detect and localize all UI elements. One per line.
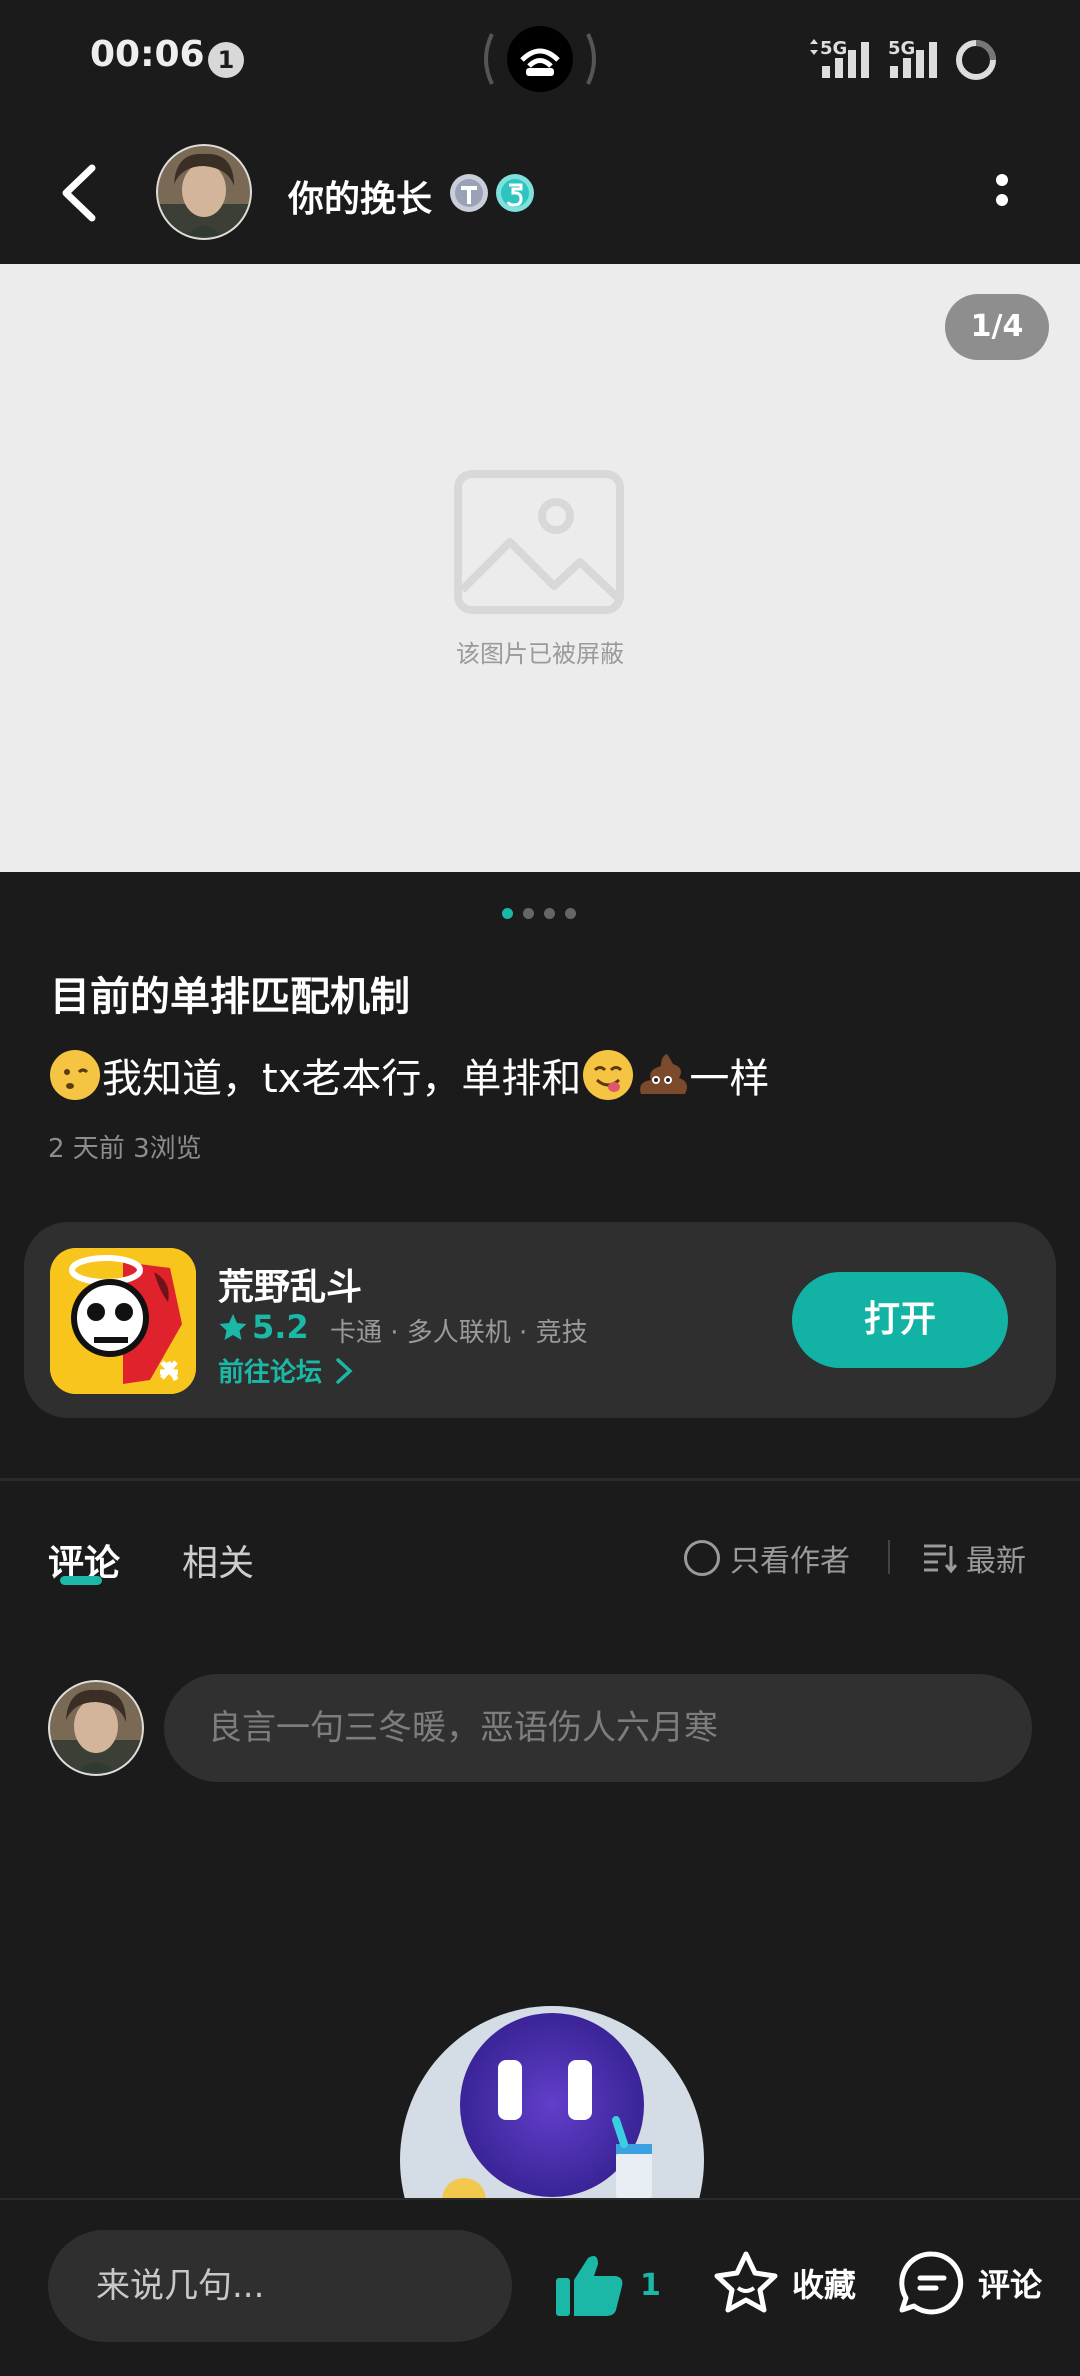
post-body: 我知道，tx老本行，单排和 一样: [48, 1046, 769, 1104]
game-rating-value: 5.2: [252, 1308, 309, 1346]
favorite-label: 收藏: [792, 2266, 857, 2304]
notification-badge: 1: [208, 42, 244, 78]
star-outline-icon: [714, 2251, 778, 2313]
sort-latest-button[interactable]: 最新: [922, 1536, 1026, 1580]
post-body-text-2: 一样: [689, 1056, 770, 1102]
wink-face-emoji-icon: [50, 1050, 100, 1100]
image-pagination-dots: [502, 908, 582, 920]
author-avatar[interactable]: [156, 144, 252, 240]
sort-separator: [888, 1540, 890, 1574]
game-rating: 5.2: [218, 1308, 309, 1346]
battery-icon: [956, 40, 996, 80]
comment-button[interactable]: 评论: [898, 2250, 1042, 2316]
comment-bubble-icon: [899, 2251, 964, 2315]
blocked-image-icon: [454, 470, 624, 614]
author-name[interactable]: 你的挽长: [288, 170, 432, 222]
sort-icon: [924, 1544, 958, 1574]
signal-icon-2: 5G: [886, 38, 956, 82]
section-divider: [0, 1478, 1080, 1481]
like-button[interactable]: 1: [554, 2250, 661, 2320]
author-only-toggle[interactable]: 只看作者: [684, 1536, 850, 1580]
user-avatar: [48, 1680, 144, 1776]
yum-face-emoji-icon: [583, 1050, 634, 1100]
forum-link-label: 前往论坛: [218, 1358, 323, 1388]
thumbs-up-icon: [556, 2256, 623, 2316]
active-tab-indicator: [60, 1576, 102, 1585]
radio-circle-icon: [684, 1540, 720, 1576]
image-page-counter: 1/4: [945, 294, 1049, 360]
level-badge-icon: [450, 174, 488, 212]
pagination-dot: [544, 908, 555, 919]
comment-input[interactable]: [164, 1674, 1032, 1782]
game-name[interactable]: 荒野乱斗: [218, 1258, 362, 1310]
signal-icon-1: 5G: [806, 38, 876, 82]
favorite-button[interactable]: 收藏: [712, 2250, 856, 2316]
rank-badge-icon: [496, 174, 534, 212]
comment-label: 评论: [978, 2266, 1043, 2304]
poop-emoji-icon: [640, 1054, 688, 1094]
post-title: 目前的单排匹配机制: [50, 974, 410, 1020]
post-body-text-1: 我知道，tx老本行，单排和: [102, 1056, 582, 1102]
game-tags: 卡通 · 多人联机 · 竞技: [330, 1318, 588, 1348]
quick-comment-input[interactable]: 来说几句...: [48, 2230, 512, 2342]
game-forum-link[interactable]: 前往论坛: [218, 1352, 358, 1389]
pagination-dot: [523, 908, 534, 919]
more-options-icon[interactable]: [982, 166, 1022, 226]
back-arrow-icon[interactable]: [52, 160, 108, 226]
game-app-icon[interactable]: [50, 1248, 196, 1394]
pagination-dot: [565, 908, 576, 919]
empty-state-mascot-icon: [400, 2006, 704, 2200]
star-icon: [219, 1314, 247, 1340]
pagination-dot-active: [502, 908, 513, 919]
post-meta: 2 天前 3浏览: [48, 1134, 202, 1164]
open-game-button[interactable]: 打开: [792, 1272, 1008, 1368]
chevron-right-icon: [336, 1357, 353, 1384]
status-time: 00:06: [90, 34, 205, 75]
hotspot-icon: [484, 26, 596, 92]
author-only-label: 只看作者: [730, 1544, 850, 1579]
tab-related[interactable]: 相关: [182, 1534, 254, 1586]
blocked-image-text: 该图片已被屏蔽: [456, 640, 624, 668]
sort-latest-label: 最新: [966, 1544, 1026, 1579]
like-count: 1: [640, 2267, 661, 2303]
